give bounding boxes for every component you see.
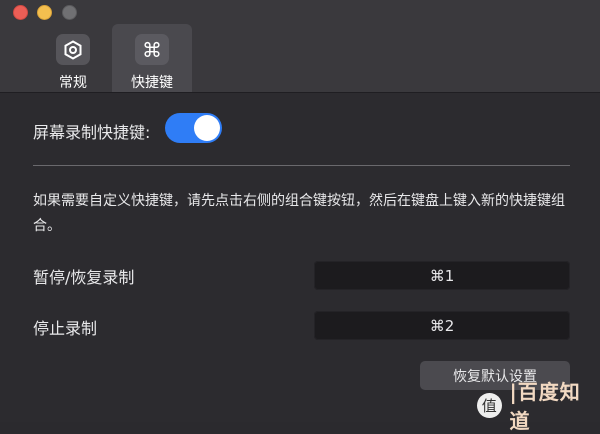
shortcut-instructions: 如果需要自定义快捷键，请先点击右侧的组合键按钮，然后在键盘上键入新的快捷键组合。: [33, 189, 573, 239]
stop-recording-label: 停止录制: [33, 315, 97, 339]
tab-shortcuts[interactable]: ⌘ 快捷键: [112, 24, 192, 92]
stop-recording-shortcut-button[interactable]: ⌘2: [314, 311, 570, 340]
zoom-window-button[interactable]: [62, 5, 77, 20]
watermark-logo-icon: 值: [477, 393, 502, 418]
hexagon-gear-shape: [63, 40, 83, 60]
toggle-knob: [194, 115, 220, 141]
minimize-window-button[interactable]: [37, 5, 52, 20]
window-titlebar: 常规 ⌘ 快捷键: [0, 0, 600, 93]
watermark: 值 |百度知道: [473, 388, 600, 422]
tab-shortcuts-label: 快捷键: [131, 72, 173, 92]
pause-resume-shortcut-button[interactable]: ⌘1: [314, 261, 570, 290]
screen-record-shortcut-toggle[interactable]: [165, 113, 222, 143]
screen-record-shortcut-label: 屏幕录制快捷键:: [33, 119, 150, 143]
tab-general[interactable]: 常规: [33, 24, 113, 92]
close-window-button[interactable]: [13, 5, 28, 20]
pause-resume-label: 暂停/恢复录制: [33, 264, 134, 288]
tab-general-label: 常规: [59, 72, 87, 92]
section-divider: [33, 165, 570, 166]
hexagon-gear-icon: [56, 34, 90, 65]
command-icon: ⌘: [135, 34, 169, 65]
watermark-text: |百度知道: [510, 376, 600, 434]
